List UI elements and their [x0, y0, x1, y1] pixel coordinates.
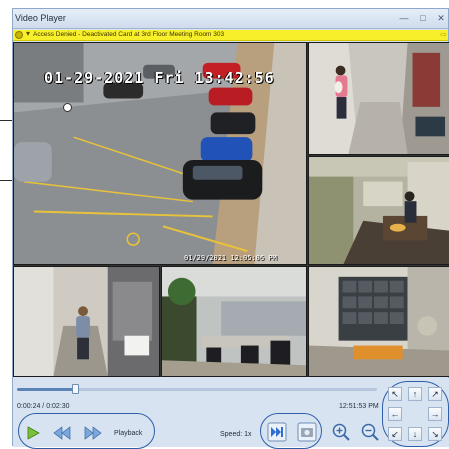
- ptz-down-right-icon[interactable]: ↘: [428, 427, 442, 441]
- camera-kitchen[interactable]: [308, 156, 449, 265]
- camera-office[interactable]: [161, 266, 307, 377]
- ptz-right-icon[interactable]: →: [428, 407, 442, 421]
- alert-text: Access Denied - Deactivated Card at 3rd …: [33, 31, 225, 38]
- video-grid: 01-29-2021 Fri 13:42:56 01/29/2021 12:05…: [13, 42, 449, 377]
- annotation-dot-top: [63, 103, 72, 112]
- timeline-scrubber[interactable]: [71, 384, 79, 394]
- fast-forward-icon[interactable]: [84, 425, 102, 441]
- window-title: Video Player: [15, 13, 66, 23]
- snapshot-icon[interactable]: [297, 422, 317, 442]
- playback-label: Playback: [114, 430, 143, 437]
- camera-corridor[interactable]: [308, 42, 449, 155]
- corridor-view: [309, 43, 449, 154]
- playback-controls: 0:00:24 / 0:02:30 12:51:53 PM Playback S…: [13, 378, 449, 449]
- alert-icon: [15, 31, 23, 39]
- ptz-up-left-icon[interactable]: ↖: [388, 387, 402, 401]
- playback-clock: 12:51:53 PM: [339, 403, 379, 410]
- ptz-left-icon[interactable]: ←: [388, 407, 402, 421]
- close-icon[interactable]: ✕: [434, 12, 448, 24]
- playback-time: 0:00:24 / 0:02:30: [17, 403, 70, 410]
- camera-hallway[interactable]: [13, 266, 160, 377]
- zoom-out-icon[interactable]: [360, 422, 380, 442]
- title-bar: Video Player — □ ✕: [13, 9, 448, 29]
- ptz-up-icon[interactable]: ↑: [408, 387, 422, 401]
- alert-expand-icon[interactable]: ⇨: [440, 31, 448, 39]
- ptz-up-right-icon[interactable]: ↗: [428, 387, 442, 401]
- timeline-progress: [17, 388, 75, 391]
- zoom-in-icon[interactable]: [331, 422, 351, 442]
- ptz-down-left-icon[interactable]: ↙: [388, 427, 402, 441]
- alert-bar[interactable]: ▾ Access Denied - Deactivated Card at 3r…: [13, 29, 448, 41]
- office-view: [162, 267, 306, 376]
- rewind-icon[interactable]: [53, 425, 71, 441]
- dropdown-arrow-icon[interactable]: ▾: [26, 29, 30, 38]
- kitchen-view: [309, 157, 449, 264]
- maximize-icon[interactable]: □: [416, 12, 430, 24]
- speed-label: Speed: 1x: [220, 431, 252, 438]
- minimize-icon[interactable]: —: [397, 12, 411, 24]
- play-icon[interactable]: [24, 425, 42, 441]
- camera-main-parking[interactable]: 01-29-2021 Fri 13:42:56 01/29/2021 12:05…: [13, 42, 307, 265]
- camera-timestamp-overlay: 01-29-2021 Fri 13:42:56: [44, 69, 275, 87]
- camera-bottom-timestamp: 01/29/2021 12:05:06 PM: [184, 254, 277, 262]
- ptz-down-icon[interactable]: ↓: [408, 427, 422, 441]
- hallway-view: [14, 267, 159, 376]
- camera-lobby[interactable]: [308, 266, 449, 377]
- video-player-window: Video Player — □ ✕ ▾ Access Denied - Dea…: [12, 8, 449, 449]
- speed-icon[interactable]: [267, 422, 287, 442]
- lobby-view: [309, 267, 449, 376]
